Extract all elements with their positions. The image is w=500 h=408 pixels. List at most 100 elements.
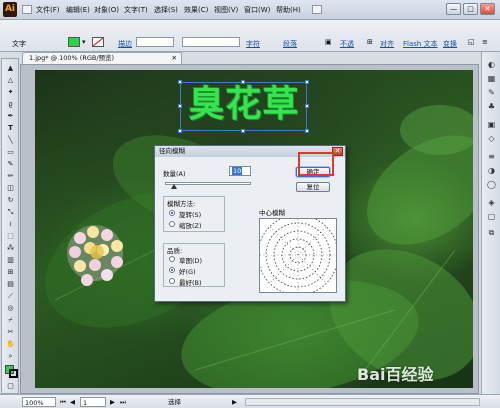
amount-slider-thumb[interactable] [170, 184, 177, 189]
blend-tool-icon[interactable]: ◎ [4, 303, 17, 313]
quality-option-good[interactable]: 好(G) [179, 266, 196, 276]
transparency-panel-icon[interactable]: ◯ [486, 180, 497, 190]
stroke-weight-dropdown[interactable] [136, 37, 174, 47]
menu-object[interactable]: 对象(O) [94, 5, 119, 15]
close-tab-icon[interactable]: ✕ [172, 53, 177, 64]
eraser-tool-icon[interactable]: ◫ [4, 183, 17, 193]
pen-tool-icon[interactable]: ✒ [4, 111, 17, 121]
rotate-tool-icon[interactable]: ↻ [4, 195, 17, 205]
brush-dropdown[interactable] [182, 37, 240, 47]
first-page-icon[interactable]: ⏮ [60, 397, 66, 407]
menu-type[interactable]: 文字(T) [124, 5, 148, 15]
swatches-panel-icon[interactable]: ▦ [486, 74, 497, 84]
next-page-icon[interactable]: ▶ [110, 397, 115, 407]
horizontal-scrollbar[interactable] [245, 398, 480, 406]
align-link[interactable]: 对齐 [380, 39, 394, 49]
hand-tool-icon[interactable]: ✋ [4, 339, 17, 349]
menu-file[interactable]: 文件(F) [36, 5, 60, 15]
character-link[interactable]: 字符 [246, 39, 260, 49]
transform-link[interactable]: 变换 [443, 39, 457, 49]
quality-radio-best[interactable] [169, 278, 175, 284]
resize-handle[interactable] [178, 129, 182, 133]
brushes-panel-icon[interactable]: ✎ [486, 88, 497, 98]
blur-center-preview[interactable] [257, 214, 339, 296]
slice-tool-icon[interactable]: ⌿ [4, 315, 17, 325]
symbol-sprayer-tool-icon[interactable]: ⁂ [4, 243, 17, 253]
quality-option-draft[interactable]: 草图(D) [179, 255, 202, 265]
flash-text-link[interactable]: Flash 文本 [403, 39, 438, 49]
eyedropper-tool-icon[interactable]: ⟋ [4, 291, 17, 301]
gradient-panel-icon[interactable]: ◑ [486, 166, 497, 176]
resize-handle[interactable] [305, 104, 309, 108]
mesh-tool-icon[interactable]: ⊞ [4, 267, 17, 277]
menu-window[interactable]: 窗口(W) [244, 5, 270, 15]
magic-wand-tool-icon[interactable]: ✦ [4, 87, 17, 97]
style-options-icon[interactable]: ▣ [325, 38, 332, 46]
menu-effect[interactable]: 效果(C) [184, 5, 208, 15]
resize-handle[interactable] [178, 80, 182, 84]
last-page-icon[interactable]: ⏭ [120, 397, 126, 407]
stroke-color-swatch[interactable] [92, 37, 104, 47]
pencil-tool-icon[interactable]: ✏ [4, 171, 17, 181]
column-graph-tool-icon[interactable]: ▥ [4, 255, 17, 265]
zoom-tool-icon[interactable]: ⌕ [4, 351, 17, 361]
stroke-swatch-icon[interactable] [9, 369, 18, 378]
artboards-panel-icon[interactable]: ▢ [486, 212, 497, 222]
scissors-tool-icon[interactable]: ✂ [4, 327, 17, 337]
scale-tool-icon[interactable]: ⤡ [4, 207, 17, 217]
resize-handle[interactable] [241, 129, 245, 133]
gradient-tool-icon[interactable]: ▤ [4, 279, 17, 289]
graphic-styles-icon[interactable]: ▣ [486, 120, 497, 130]
amount-slider-track[interactable] [165, 182, 251, 185]
status-menu-arrow-icon[interactable]: ▶ [232, 397, 237, 407]
amount-input[interactable]: 10 [229, 166, 251, 176]
symbols-panel-icon[interactable]: ♣ [486, 102, 497, 112]
menu-select[interactable]: 选择(S) [154, 5, 178, 15]
paragraph-link[interactable]: 段落 [283, 39, 297, 49]
selection-bounding-box[interactable] [178, 80, 309, 133]
lasso-tool-icon[interactable]: ϱ [4, 99, 17, 109]
document-tab[interactable]: 1.jpg* @ 100% (RGB/预览) ✕ [22, 52, 182, 64]
quality-radio-good[interactable] [169, 267, 175, 273]
stroke-panel-icon[interactable]: ≡ [486, 152, 497, 162]
zoom-level-field[interactable]: 100% [22, 397, 56, 407]
method-radio-spin[interactable] [169, 210, 175, 216]
resize-handle[interactable] [305, 80, 309, 84]
selection-tool-icon[interactable]: ▲ [4, 63, 17, 73]
arrange-documents-icon[interactable] [312, 5, 322, 14]
free-transform-tool-icon[interactable]: ⬚ [4, 231, 17, 241]
opacity-link[interactable]: 不透 [340, 39, 354, 49]
minimize-button[interactable]: — [446, 3, 461, 15]
layers-panel-icon[interactable]: ◈ [486, 198, 497, 208]
resize-handle[interactable] [178, 104, 182, 108]
type-tool-icon[interactable]: T [4, 123, 17, 133]
stroke-link[interactable]: 描边 [118, 39, 132, 49]
restore-button[interactable]: □ [463, 3, 478, 15]
method-option-zoom[interactable]: 缩放(Z) [179, 220, 202, 230]
isolate-icon[interactable]: ◱ [468, 38, 475, 46]
chevron-down-icon[interactable]: ▾ [82, 38, 86, 46]
warp-tool-icon[interactable]: ≀ [4, 219, 17, 229]
appearance-panel-icon[interactable]: ◇ [486, 134, 497, 144]
reset-button[interactable]: 复位 [296, 182, 330, 192]
close-window-button[interactable]: ✕ [480, 3, 495, 15]
color-panel-icon[interactable]: ◐ [486, 60, 497, 70]
quality-option-best[interactable]: 最好(B) [179, 277, 202, 287]
method-radio-zoom[interactable] [169, 221, 175, 227]
line-tool-icon[interactable]: ╲ [4, 135, 17, 145]
align-icon[interactable]: ⊞ [367, 38, 373, 46]
page-number-field[interactable]: 1 [80, 397, 106, 407]
direct-selection-tool-icon[interactable]: △ [4, 75, 17, 85]
quality-radio-draft[interactable] [169, 256, 175, 262]
links-panel-icon[interactable]: ⧉ [486, 228, 497, 238]
panel-menu-icon[interactable]: ≡ [482, 38, 488, 46]
rectangle-tool-icon[interactable]: ▭ [4, 147, 17, 157]
paintbrush-tool-icon[interactable]: ✎ [4, 159, 17, 169]
resize-handle[interactable] [305, 129, 309, 133]
menu-edit[interactable]: 编辑(E) [66, 5, 90, 15]
previous-page-icon[interactable]: ◀ [70, 397, 75, 407]
menu-help[interactable]: 帮助(H) [276, 5, 301, 15]
screen-mode-icon[interactable]: ▢ [4, 381, 17, 391]
method-option-spin[interactable]: 旋转(S) [179, 209, 201, 219]
menu-view[interactable]: 视图(V) [214, 5, 238, 15]
